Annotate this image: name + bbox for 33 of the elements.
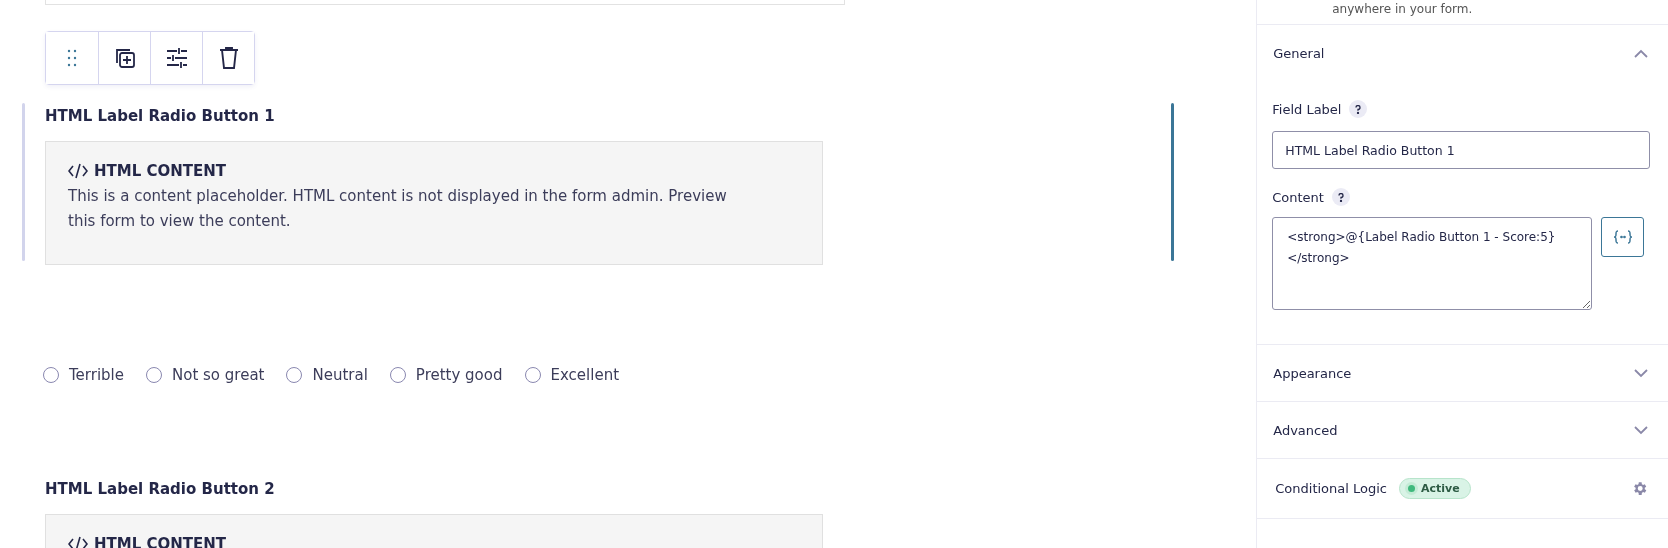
setting-label: Field Label — [1272, 101, 1342, 117]
content-heading: HTML CONTENT — [94, 162, 227, 180]
help-icon[interactable] — [1349, 100, 1368, 118]
code-icon — [68, 536, 88, 548]
status-badge: Active — [1399, 478, 1471, 499]
code-icon — [68, 163, 88, 179]
field-label: HTML Label Radio Button 2 — [45, 480, 276, 500]
section-header[interactable]: Appearance — [1257, 345, 1668, 401]
section-title: Conditional Logic — [1275, 481, 1387, 496]
content-textarea[interactable]: <strong>@{Label Radio Button 1 - Score:5} </strong> — [1272, 217, 1593, 310]
drag-handle-icon — [67, 49, 77, 67]
radio-option[interactable]: Not so great — [146, 365, 265, 385]
help-icon[interactable] — [1331, 188, 1350, 206]
braces-icon — [1612, 230, 1633, 244]
sliders-button[interactable] — [150, 32, 202, 84]
trash-button[interactable] — [202, 32, 254, 84]
sliders-icon — [164, 47, 189, 69]
section-header[interactable]: General — [1257, 25, 1668, 81]
setting-label: Content — [1272, 189, 1324, 205]
radio-option[interactable]: Neutral — [286, 365, 368, 385]
merge-tags-button[interactable] — [1601, 217, 1645, 257]
settings-icon[interactable] — [1631, 480, 1648, 497]
help-text: anywhere in your form. — [1331, 1, 1474, 18]
duplicate-button[interactable] — [98, 32, 150, 84]
trash-icon — [218, 46, 239, 70]
placeholder-text: This is a content placeholder. HTML content is not displayed in the form admin. Preview this form to view the content. — [68, 186, 728, 232]
radio-option[interactable]: Pretty good — [389, 365, 503, 385]
field-label: HTML Label Radio Button 1 — [45, 107, 276, 127]
radio-option[interactable]: Excellent — [524, 365, 620, 385]
drag-handle-button[interactable] — [46, 32, 98, 84]
radio-option[interactable]: Terrible — [43, 365, 124, 385]
section-header[interactable]: Advanced — [1257, 402, 1668, 458]
text-input[interactable]: HTML Label Radio Button 1 — [1272, 131, 1651, 169]
